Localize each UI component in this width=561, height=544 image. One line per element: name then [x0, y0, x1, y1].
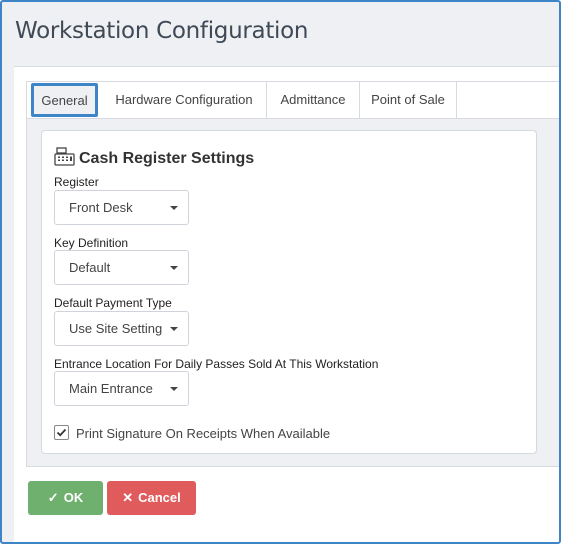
payment-type-label: Default Payment Type — [54, 296, 172, 310]
ok-button[interactable]: ✓ OK — [28, 481, 103, 515]
tab-hardware-configuration[interactable]: Hardware Configuration — [102, 82, 267, 118]
print-signature-checkbox[interactable] — [54, 425, 69, 440]
register-value: Front Desk — [69, 200, 133, 215]
entrance-location-value: Main Entrance — [69, 381, 153, 396]
key-definition-label: Key Definition — [54, 236, 129, 250]
key-definition-value: Default — [69, 260, 111, 275]
section-title: Cash Register Settings — [54, 147, 254, 171]
print-signature-row: Print Signature On Receipts When Availab… — [54, 425, 330, 441]
close-icon: ✕ — [122, 490, 134, 505]
caret-down-icon — [170, 387, 178, 391]
cancel-label: Cancel — [138, 490, 181, 505]
caret-down-icon — [170, 327, 178, 331]
tab-panel: General Hardware Configuration Admittanc… — [26, 81, 559, 467]
register-select[interactable]: Front Desk — [54, 190, 189, 225]
payment-type-select[interactable]: Use Site Setting — [54, 311, 189, 346]
tab-general[interactable]: General — [31, 83, 98, 117]
entrance-location-select[interactable]: Main Entrance — [54, 371, 189, 406]
tab-admittance[interactable]: Admittance — [267, 82, 360, 118]
section-title-text: Cash Register Settings — [79, 150, 255, 167]
caret-down-icon — [170, 266, 178, 270]
cancel-button[interactable]: ✕ Cancel — [107, 481, 196, 515]
caret-down-icon — [170, 206, 178, 210]
cash-register-settings-card: Cash Register Settings Register Front De… — [41, 130, 537, 454]
payment-type-value: Use Site Setting — [69, 321, 163, 336]
tab-strip: General Hardware Configuration Admittanc… — [27, 82, 559, 119]
key-definition-select[interactable]: Default — [54, 250, 189, 285]
cash-register-icon — [54, 147, 75, 171]
ok-label: OK — [63, 490, 84, 505]
tab-point-of-sale[interactable]: Point of Sale — [360, 82, 457, 118]
entrance-location-label: Entrance Location For Daily Passes Sold … — [54, 357, 379, 371]
checkmark-icon — [56, 428, 67, 437]
register-label: Register — [54, 175, 99, 189]
print-signature-label: Print Signature On Receipts When Availab… — [76, 426, 331, 441]
dialog-title: Workstation Configuration — [15, 18, 309, 44]
checkmark-icon: ✓ — [47, 490, 59, 505]
dialog-content: General Hardware Configuration Admittanc… — [14, 66, 559, 542]
dialog-window: Workstation Configuration General Hardwa… — [0, 0, 561, 544]
